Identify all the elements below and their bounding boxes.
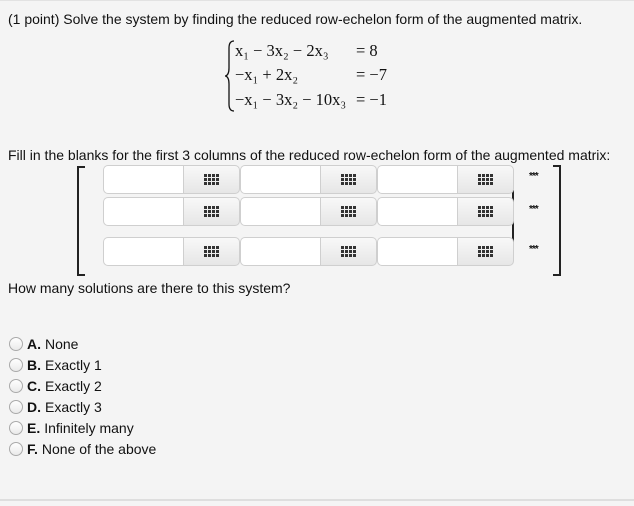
matrix-input-r2c1[interactable] — [103, 197, 183, 226]
option-a[interactable]: A. None — [8, 333, 156, 354]
matrix-cell-r1c2 — [240, 165, 377, 194]
matrix-left-bracket — [77, 166, 85, 276]
problem-prompt: (1 point) Solve the system by finding th… — [8, 11, 583, 27]
option-f[interactable]: F. None of the above — [8, 438, 156, 459]
radio-button[interactable] — [9, 441, 23, 456]
option-label: None — [45, 335, 79, 352]
matrix-cell-r1c1 — [103, 165, 240, 194]
solution-options: A. None B. Exactly 1 C. Exactly 2 D. Exactly… — [8, 333, 156, 459]
equation-editor-button[interactable] — [457, 197, 514, 226]
option-c[interactable]: C. Exactly 2 — [8, 375, 156, 396]
equation-editor-button[interactable] — [320, 237, 377, 266]
equation-rhs: = −1 — [356, 90, 387, 109]
top-divider — [0, 0, 634, 1]
radio-button[interactable] — [9, 357, 23, 372]
matrix-input-r1c3[interactable] — [377, 165, 457, 194]
equation-editor-button[interactable] — [183, 197, 240, 226]
equation-rhs: = −7 — [356, 65, 387, 84]
equation-editor-button[interactable] — [457, 237, 514, 266]
matrix-input-r1c2[interactable] — [240, 165, 320, 194]
solutions-question: How many solutions are there to this sys… — [8, 280, 291, 296]
equation-rhs: = 8 — [356, 41, 378, 60]
option-letter: D. — [27, 398, 41, 415]
equation-lhs: x₁ − 3x₂ − 2x₃ — [235, 41, 329, 60]
matrix-instructions: Fill in the blanks for the first 3 colum… — [8, 147, 611, 163]
keypad-grid-icon — [204, 206, 219, 217]
option-label: Exactly 1 — [45, 356, 102, 373]
augmented-value-r1: *** — [529, 171, 539, 182]
equation-lhs: −x₁ + 2x₂ — [235, 65, 299, 84]
matrix-right-bracket — [553, 165, 561, 276]
matrix-cell-r1c3 — [377, 165, 514, 194]
radio-button[interactable] — [9, 420, 23, 435]
option-letter: F. — [27, 440, 38, 457]
keypad-grid-icon — [341, 174, 356, 185]
option-d[interactable]: D. Exactly 3 — [8, 396, 156, 417]
keypad-grid-icon — [478, 174, 493, 185]
option-label: Exactly 2 — [45, 377, 102, 394]
radio-button[interactable] — [9, 336, 23, 351]
keypad-grid-icon — [341, 246, 356, 257]
option-label: None of the above — [41, 440, 157, 457]
keypad-grid-icon — [478, 206, 493, 217]
bottom-divider — [0, 499, 634, 501]
option-letter: A. — [27, 335, 41, 352]
keypad-grid-icon — [204, 246, 219, 257]
augmented-value-r2: *** — [529, 204, 539, 215]
matrix-input-r2c2[interactable] — [240, 197, 320, 226]
equation-editor-button[interactable] — [183, 165, 240, 194]
matrix-input-r3c2[interactable] — [240, 237, 320, 266]
option-label: Infinitely many — [44, 419, 134, 436]
matrix-cell-r2c2 — [240, 197, 377, 226]
radio-button[interactable] — [9, 399, 23, 414]
keypad-grid-icon — [204, 174, 219, 185]
matrix-input-r3c1[interactable] — [103, 237, 183, 266]
matrix-cell-r2c1 — [103, 197, 240, 226]
radio-button[interactable] — [9, 378, 23, 393]
option-b[interactable]: B. Exactly 1 — [8, 354, 156, 375]
equation-editor-button[interactable] — [320, 165, 377, 194]
option-e[interactable]: E. Infinitely many — [8, 417, 156, 438]
matrix-cell-r2c3 — [377, 197, 514, 226]
matrix-input-r3c3[interactable] — [377, 237, 457, 266]
matrix-cell-r3c3 — [377, 237, 514, 266]
option-letter: C. — [27, 377, 41, 394]
equation-lhs: −x₁ − 3x₂ − 10x₃ — [235, 90, 347, 109]
matrix-cell-r3c2 — [240, 237, 377, 266]
equation-editor-button[interactable] — [320, 197, 377, 226]
augmented-value-r3: *** — [529, 244, 539, 255]
keypad-grid-icon — [478, 246, 493, 257]
option-letter: E. — [27, 419, 41, 436]
equation-editor-button[interactable] — [457, 165, 514, 194]
left-brace-icon — [225, 40, 235, 112]
matrix-input-r2c3[interactable] — [377, 197, 457, 226]
option-letter: B. — [27, 356, 41, 373]
equation-editor-button[interactable] — [183, 237, 240, 266]
keypad-grid-icon — [341, 206, 356, 217]
matrix-cell-r3c1 — [103, 237, 240, 266]
option-label: Exactly 3 — [45, 398, 102, 415]
matrix-input-r1c1[interactable] — [103, 165, 183, 194]
